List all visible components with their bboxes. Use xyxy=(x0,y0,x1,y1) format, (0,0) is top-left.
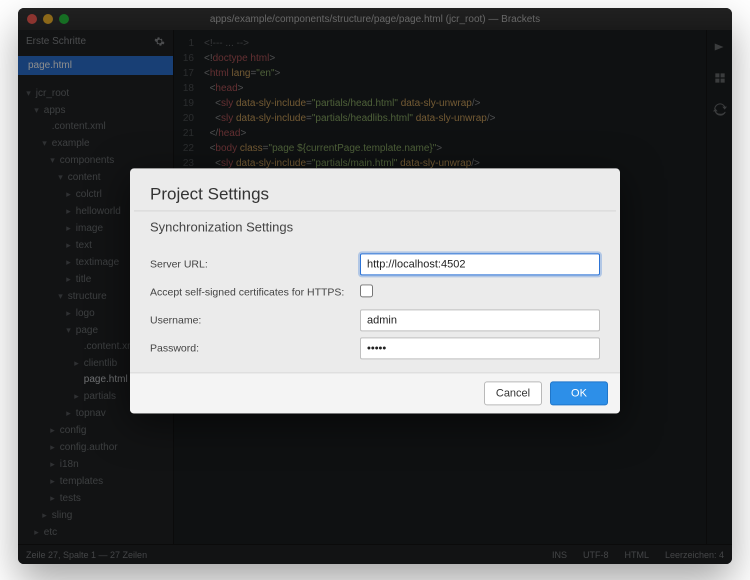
server-url-label: Server URL: xyxy=(150,258,360,270)
app-window: apps/example/components/structure/page/p… xyxy=(18,8,732,564)
dialog-subtitle: Synchronization Settings xyxy=(130,211,620,246)
username-label: Username: xyxy=(150,314,360,326)
ok-button[interactable]: OK xyxy=(550,381,608,405)
accept-cert-label: Accept self-signed certificates for HTTP… xyxy=(150,286,360,298)
project-settings-dialog: Project Settings Synchronization Setting… xyxy=(130,168,620,413)
password-label: Password: xyxy=(150,342,360,354)
password-input[interactable] xyxy=(360,337,600,359)
username-input[interactable] xyxy=(360,309,600,331)
dialog-footer: Cancel OK xyxy=(130,372,620,413)
cancel-button[interactable]: Cancel xyxy=(484,381,542,405)
dialog-title: Project Settings xyxy=(130,168,620,210)
accept-cert-checkbox[interactable] xyxy=(360,284,373,297)
server-url-input[interactable] xyxy=(360,253,600,275)
